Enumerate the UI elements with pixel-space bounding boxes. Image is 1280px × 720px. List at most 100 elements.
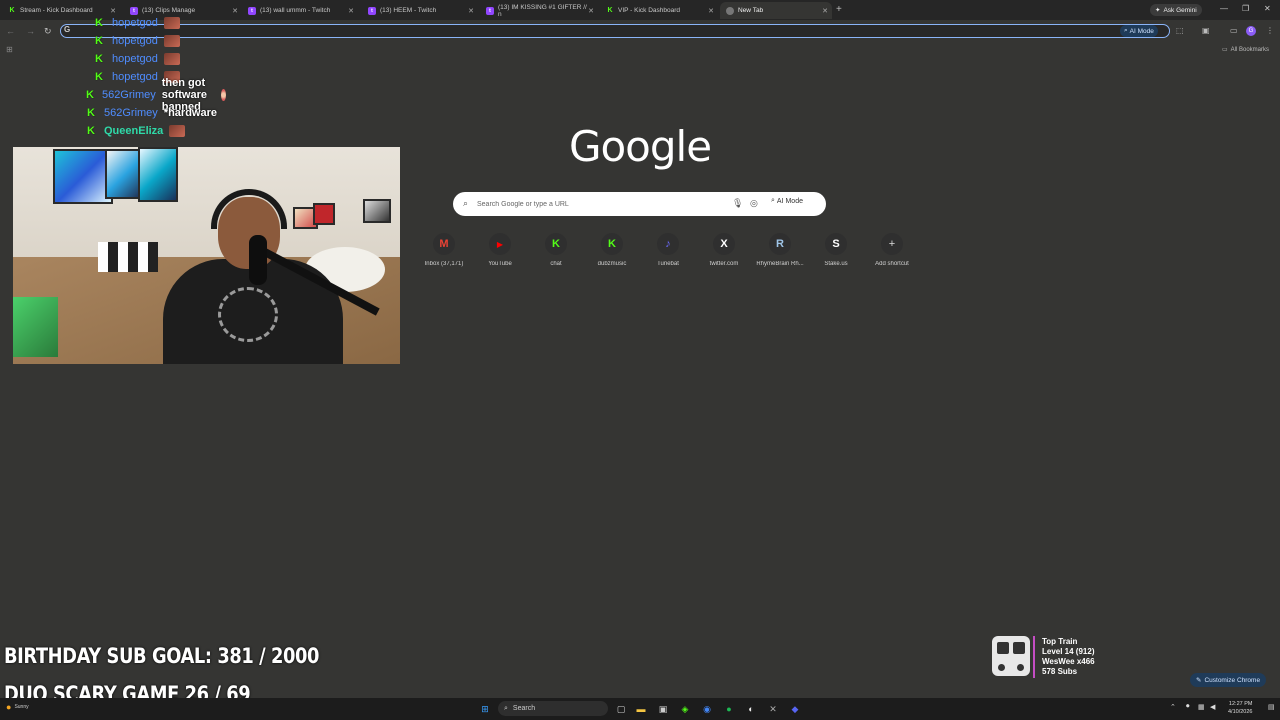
- customize-chrome-button[interactable]: ✎ Customize Chrome: [1190, 673, 1267, 687]
- network-icon[interactable]: ▦: [1198, 703, 1205, 711]
- app-icon[interactable]: ✕: [766, 702, 780, 716]
- close-icon[interactable]: ✕: [588, 7, 594, 15]
- shortcut-label: Tunebat: [657, 261, 679, 267]
- toys: [98, 242, 158, 272]
- tab-title: (13) wall ummm - Twitch: [260, 7, 331, 14]
- twitch-icon: t: [248, 6, 256, 15]
- train-icon: [992, 636, 1030, 676]
- google-g-icon: G: [64, 25, 71, 34]
- file-explorer-icon[interactable]: ▬: [634, 702, 648, 716]
- close-window-icon[interactable]: ✕: [1264, 4, 1271, 13]
- chrome-taskbar-icon[interactable]: ◉: [700, 702, 714, 716]
- tab-2[interactable]: t (13) wall ummm - Twitch ✕: [242, 2, 358, 19]
- chat-message: K 562Grimey then got software banned: [86, 77, 227, 113]
- tab-3[interactable]: t (13) HEEM - Twitch ✕: [362, 2, 478, 19]
- cast-icon[interactable]: ▭: [1230, 26, 1238, 35]
- mic-tray-icon[interactable]: ⏺: [1186, 703, 1190, 711]
- search-spark-icon: ⌕: [771, 197, 775, 204]
- microphone-icon[interactable]: 🎙: [732, 198, 743, 209]
- chat-username: 562Grimey: [101, 89, 156, 101]
- kick-icon: K: [545, 233, 567, 255]
- chevron-up-icon[interactable]: ⌃: [1170, 703, 1176, 711]
- task-view-icon[interactable]: ▢: [614, 702, 628, 716]
- tab-title: New Tab: [738, 7, 764, 14]
- emote-icon: [163, 53, 180, 65]
- screen: K Stream - Kick Dashboard ✕ t (13) Clips…: [0, 0, 1280, 720]
- plus-icon: +: [881, 233, 903, 255]
- weather-widget[interactable]: ● Sunny: [6, 702, 29, 712]
- shortcut-chat[interactable]: K chat: [528, 233, 584, 267]
- shortcut-gmail[interactable]: M Inbox (37,171): [416, 233, 472, 267]
- apps-grid-icon[interactable]: ⊞: [6, 45, 13, 54]
- close-icon[interactable]: ✕: [468, 7, 474, 15]
- search-input[interactable]: [477, 196, 717, 212]
- taskbar-search[interactable]: ⌕ Search: [498, 701, 608, 716]
- kick-badge-icon: K: [87, 107, 95, 119]
- birthday-sub-goal: BIRTHDAY SUB GOAL: 381 / 2000: [4, 644, 319, 668]
- shortcut-stake[interactable]: S Stake.us: [808, 233, 864, 267]
- discord-icon[interactable]: ◆: [788, 702, 802, 716]
- profile-avatar[interactable]: G: [1246, 26, 1256, 36]
- close-icon[interactable]: ✕: [348, 7, 354, 15]
- shortcut-dubzmusic[interactable]: K dubzmusic: [584, 233, 640, 267]
- kick-icon: K: [601, 233, 623, 255]
- customize-label: Customize Chrome: [1204, 676, 1261, 684]
- xbox-icon[interactable]: ◈: [678, 702, 692, 716]
- google-logo: Google: [568, 122, 712, 171]
- twitch-icon: t: [368, 6, 376, 15]
- restore-icon[interactable]: ❐: [1242, 4, 1249, 13]
- shortcut-rhymebrain[interactable]: R RhymeBrain Rh...: [752, 233, 808, 267]
- store-icon[interactable]: ▣: [656, 702, 670, 716]
- forward-icon[interactable]: →: [26, 26, 35, 36]
- shortcut-twitter[interactable]: X twitter.com: [696, 233, 752, 267]
- chat-username: hopetgod: [112, 53, 158, 65]
- ask-gemini-button[interactable]: ✦ Ask Gemini: [1150, 4, 1202, 16]
- train-level: Level 14 (912): [1042, 647, 1095, 656]
- ntp-ai-mode-button[interactable]: ⌕ AI Mode: [771, 197, 803, 205]
- shortcut-youtube[interactable]: ▶ YouTube: [472, 233, 528, 267]
- gmail-icon: M: [433, 233, 455, 255]
- minimize-icon[interactable]: —: [1220, 4, 1228, 13]
- close-icon[interactable]: ✕: [110, 7, 116, 15]
- train-accent-bar: [1033, 636, 1035, 678]
- tab-title: VIP - Kick Dashboard: [618, 7, 681, 14]
- reload-icon[interactable]: ↻: [44, 26, 52, 37]
- shortcut-tunebat[interactable]: ♪ Tunebat: [640, 233, 696, 267]
- kick-badge-icon: K: [86, 89, 94, 101]
- extensions-icon[interactable]: ⬚: [1176, 26, 1184, 35]
- rhymebrain-icon: R: [769, 233, 791, 255]
- side-panel-icon[interactable]: ▣: [1202, 26, 1210, 35]
- clock[interactable]: 12:27 PM 4/10/2026: [1228, 700, 1252, 716]
- notifications-icon[interactable]: ▤: [1268, 703, 1275, 711]
- close-icon[interactable]: ✕: [708, 7, 714, 15]
- shortcut-label: YouTube: [488, 261, 512, 267]
- twitch-icon: t: [130, 6, 138, 15]
- taskbar-search-label: Search: [512, 705, 536, 712]
- shirt-print: [218, 287, 278, 342]
- lens-icon[interactable]: ◎: [750, 198, 758, 209]
- all-bookmarks[interactable]: ▭ All Bookmarks: [1222, 46, 1269, 54]
- tab-6-active[interactable]: New Tab ✕: [720, 2, 832, 19]
- tab-5[interactable]: K VIP - Kick Dashboard ✕: [600, 2, 718, 19]
- close-icon[interactable]: ✕: [232, 7, 238, 15]
- volume-icon[interactable]: ◀: [1210, 703, 1215, 711]
- shortcut-add[interactable]: + Add shortcut: [864, 233, 920, 267]
- windows-start-icon[interactable]: ⊞: [478, 702, 492, 716]
- back-icon[interactable]: ←: [6, 26, 15, 36]
- new-tab-icon[interactable]: +: [836, 4, 842, 15]
- clock-time: 12:27 PM: [1228, 701, 1253, 707]
- clock-date: 4/10/2026: [1228, 709, 1253, 715]
- spotify-icon[interactable]: ●: [722, 702, 736, 716]
- emote-icon: [163, 35, 180, 47]
- close-icon[interactable]: ✕: [822, 7, 828, 15]
- obs-icon[interactable]: ◐: [744, 702, 758, 716]
- menu-icon[interactable]: ⋮: [1266, 26, 1274, 35]
- shortcut-label: Inbox (37,171): [424, 261, 464, 267]
- ai-mode-button[interactable]: ⌕ AI Mode: [1120, 25, 1158, 37]
- address-bar[interactable]: [60, 24, 1170, 38]
- twitch-icon: t: [486, 6, 494, 15]
- tab-4[interactable]: t (13) IM KISSING #1 GIFTER // n ✕: [480, 2, 598, 19]
- kick-badge-icon: K: [95, 53, 103, 65]
- box: [13, 297, 58, 357]
- shortcut-label: Add shortcut: [875, 261, 909, 267]
